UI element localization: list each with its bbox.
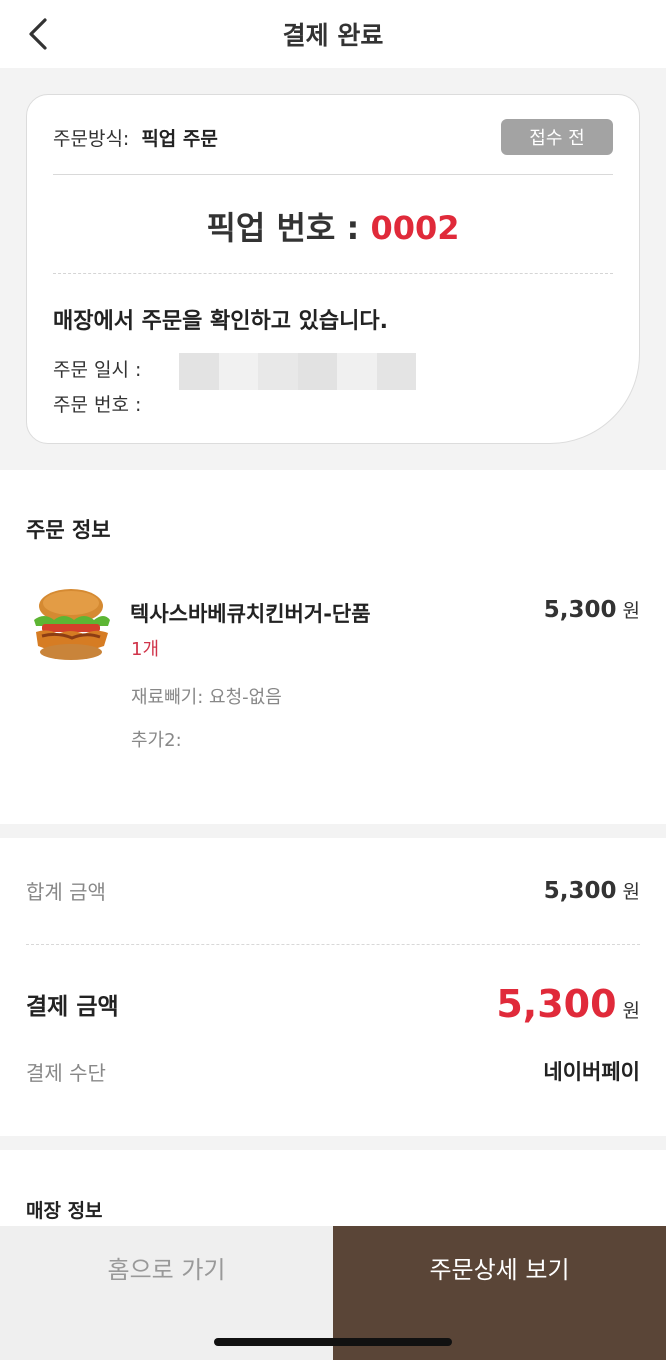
total-value: 5,300 bbox=[496, 982, 617, 1026]
subtotal-value: 5,300 bbox=[543, 878, 617, 904]
subtotal-unit: 원 bbox=[622, 881, 640, 903]
order-method-label: 주문방식: bbox=[53, 127, 130, 150]
home-indicator bbox=[214, 1338, 452, 1346]
total-label: 결제 금액 bbox=[26, 994, 119, 1020]
subtotal-label: 합계 금액 bbox=[26, 880, 106, 904]
page-title: 결제 완료 bbox=[282, 21, 384, 50]
dashed-divider bbox=[53, 273, 613, 274]
item-price: 5,300 원 bbox=[544, 596, 640, 623]
payment-method-row: 결제 수단 네이버페이 bbox=[26, 1056, 640, 1086]
store-info-section: 매장 정보 bbox=[0, 1150, 666, 1226]
payment-section: 합계 금액 5,300 원 결제 금액 5,300 원 결제 수단 네이버페이 bbox=[0, 838, 666, 1136]
item-option: 추가2: bbox=[131, 730, 182, 751]
status-message: 매장에서 주문을 확인하고 있습니다. bbox=[53, 309, 388, 334]
subtotal-row: 합계 금액 5,300 원 bbox=[26, 876, 640, 905]
pickup-label: 픽업 번호 : bbox=[206, 209, 371, 247]
total-row: 결제 금액 5,300 원 bbox=[26, 982, 640, 1026]
divider bbox=[53, 174, 613, 175]
chevron-left-icon bbox=[29, 18, 47, 50]
app-header: 결제 완료 bbox=[0, 0, 666, 68]
dashed-divider bbox=[26, 944, 640, 945]
item-name: 텍사스바베큐치킨버거-단품 bbox=[130, 602, 371, 626]
item-price-value: 5,300 bbox=[543, 597, 617, 623]
section-title-order-info: 주문 정보 bbox=[26, 518, 111, 542]
pickup-number: 0002 bbox=[370, 209, 460, 247]
payment-method-value: 네이버페이 bbox=[543, 1060, 640, 1084]
order-date-label: 주문 일시 : bbox=[53, 359, 142, 381]
order-info-section: 주문 정보 텍사스바베큐치킨버거-단품 5,300 원 1개 재료빼기: 요청-없… bbox=[0, 470, 666, 824]
order-status-card: 주문방식: 픽업 주문 접수 전 픽업 번호 : 0002 매장에서 주문을 확… bbox=[26, 94, 640, 444]
payment-method-label: 결제 수단 bbox=[26, 1060, 106, 1085]
total-unit: 원 bbox=[622, 1000, 640, 1022]
item-quantity: 1개 bbox=[131, 639, 160, 660]
order-method-value: 픽업 주문 bbox=[141, 127, 218, 150]
pickup-number-heading: 픽업 번호 : 0002 bbox=[27, 203, 639, 249]
status-badge: 접수 전 bbox=[501, 119, 613, 155]
back-button[interactable] bbox=[18, 14, 58, 54]
item-option: 재료빼기: 요청-없음 bbox=[131, 687, 282, 708]
burger-image bbox=[34, 589, 110, 660]
order-number-label: 주문 번호 : bbox=[53, 394, 142, 416]
order-status-area: 주문방식: 픽업 주문 접수 전 픽업 번호 : 0002 매장에서 주문을 확… bbox=[0, 68, 666, 470]
section-title-store-info: 매장 정보 bbox=[26, 1200, 103, 1222]
redacted-info bbox=[179, 353, 416, 390]
item-price-unit: 원 bbox=[622, 600, 640, 622]
order-method-row: 주문방식: 픽업 주문 접수 전 bbox=[53, 119, 613, 155]
